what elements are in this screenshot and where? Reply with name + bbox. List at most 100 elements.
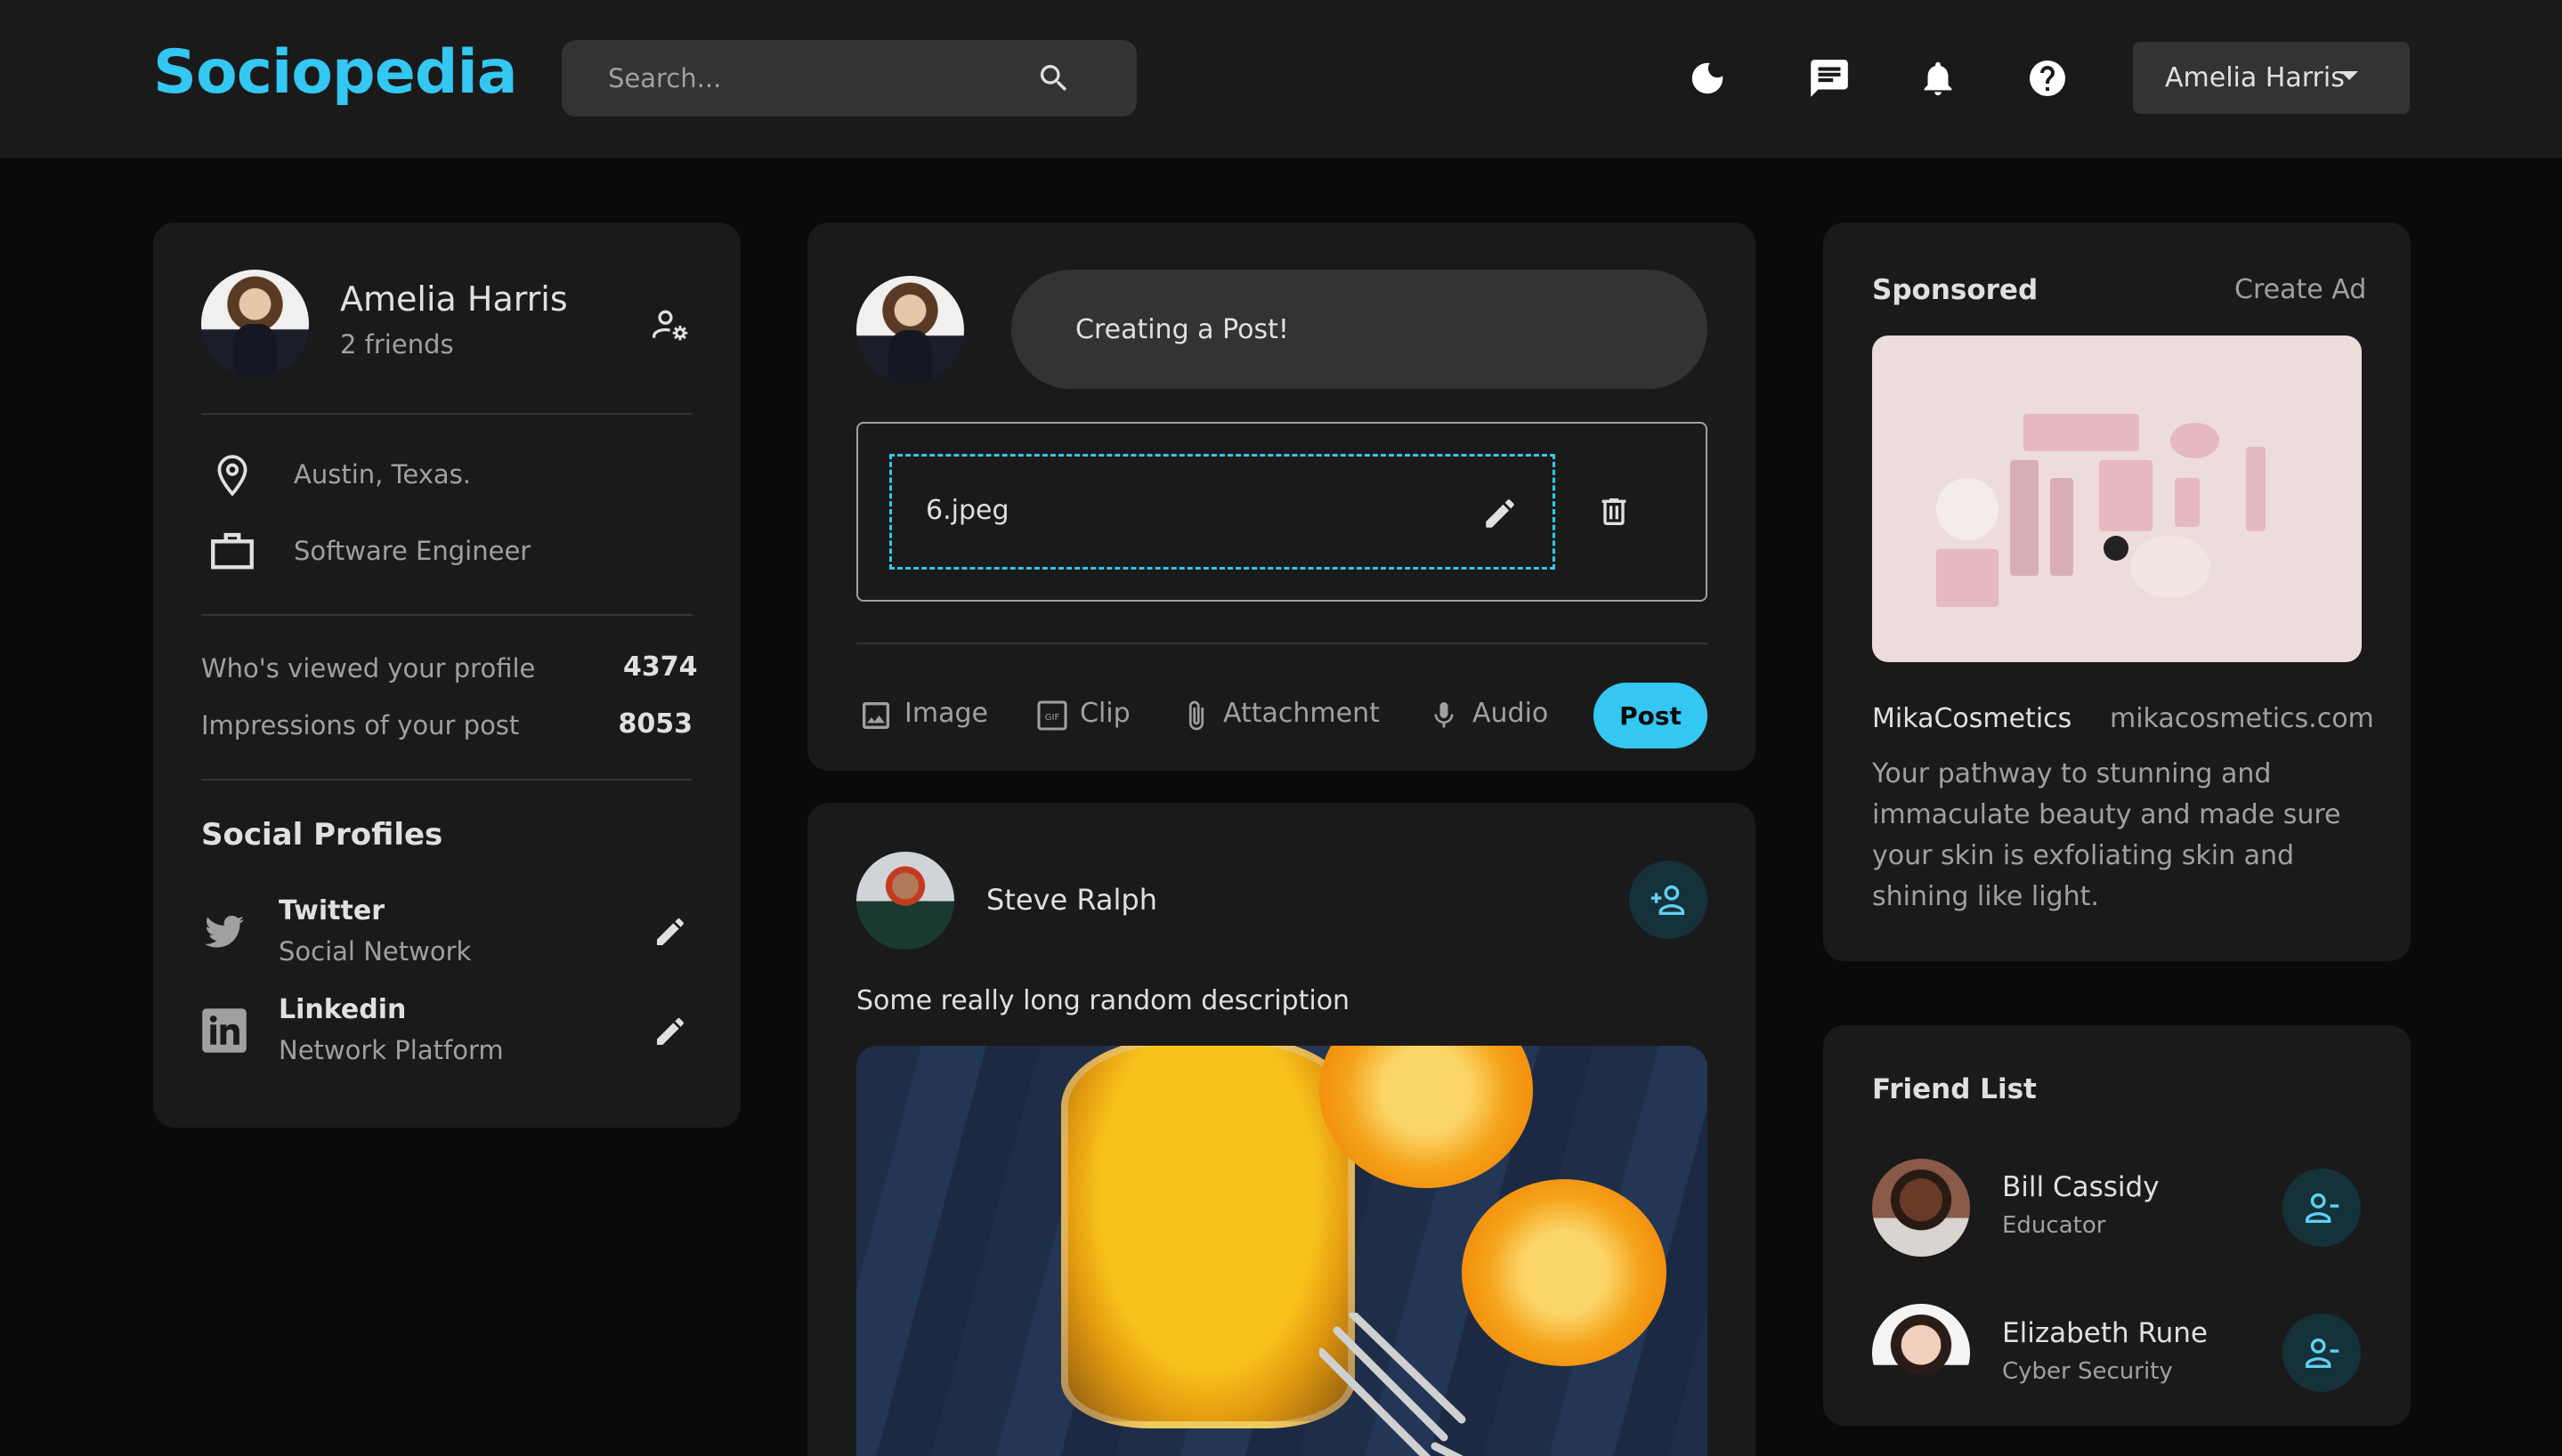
briefcase-icon <box>201 523 263 577</box>
delete-file-button[interactable] <box>1592 489 1636 534</box>
remove-friend-button[interactable] <box>2282 1314 2361 1392</box>
brush-head <box>2104 536 2128 561</box>
ad-description-line: Your pathway to stunning and <box>1872 758 2272 789</box>
post-author-avatar[interactable] <box>856 852 954 950</box>
manage-account-icon <box>653 310 688 341</box>
divider <box>201 779 693 781</box>
social-twitter-name: Twitter <box>279 895 385 926</box>
lipstick <box>2175 478 2200 527</box>
ad-description-line: your skin is exfoliating skin and <box>1872 840 2295 871</box>
tube-small <box>2050 478 2073 576</box>
dark-mode-toggle[interactable] <box>1681 52 1734 105</box>
ad-url[interactable]: mikacosmetics.com <box>2110 703 2374 734</box>
serum-bottle <box>2246 447 2266 531</box>
blush <box>2130 536 2210 598</box>
pencil-icon <box>657 918 684 945</box>
chevron-down-icon <box>2340 71 2358 80</box>
tube <box>2010 460 2039 576</box>
uploaded-file-name: 6.jpeg <box>926 495 1009 526</box>
profile-location: Austin, Texas. <box>294 459 471 489</box>
ad-image[interactable] <box>1872 336 2362 662</box>
attachment-icon[interactable] <box>1177 694 1216 737</box>
profile-name[interactable]: Amelia Harris <box>340 279 568 319</box>
profile-avatar[interactable] <box>201 270 309 377</box>
friend-avatar[interactable] <box>1872 1159 1970 1257</box>
person-remove-icon <box>2305 1193 2339 1224</box>
clip-action-label[interactable]: Clip <box>1080 698 1131 729</box>
search-button[interactable] <box>1032 56 1076 101</box>
manage-account-button[interactable] <box>648 303 693 347</box>
location-icon <box>201 449 263 502</box>
profile-views-value: 4374 <box>623 651 698 683</box>
divider <box>201 413 693 415</box>
social-twitter-type: Social Network <box>279 936 472 967</box>
juice-glass <box>1061 1046 1355 1428</box>
cosmetic-box <box>2023 414 2139 451</box>
person-remove-icon <box>2305 1338 2339 1369</box>
remove-friend-button[interactable] <box>2282 1169 2361 1247</box>
impressions-label: Impressions of your post <box>201 710 520 740</box>
search-icon <box>1040 65 1067 92</box>
friend-name[interactable]: Bill Cassidy <box>2002 1171 2160 1203</box>
profile-views-label: Who's viewed your profile <box>201 653 536 684</box>
bell-icon <box>1924 61 1952 96</box>
friend-list-title: Friend List <box>1872 1073 2037 1105</box>
divider <box>201 614 693 616</box>
image-action-label[interactable]: Image <box>904 698 988 729</box>
person-add-icon <box>1650 885 1685 916</box>
social-linkedin-type: Network Platform <box>279 1035 504 1065</box>
post-image[interactable] <box>856 1046 1707 1456</box>
app-logo[interactable]: Sociopedia <box>153 37 518 108</box>
ad-description-line: shining like light. <box>1872 881 2099 912</box>
gif-icon[interactable]: GIF <box>1033 696 1072 735</box>
twitter-icon <box>199 908 249 958</box>
trash-icon <box>1601 498 1626 525</box>
create-ad-link[interactable]: Create Ad <box>2234 274 2366 305</box>
social-linkedin-name: Linkedin <box>279 994 407 1025</box>
microphone-icon[interactable] <box>1424 694 1463 737</box>
sponsored-title: Sponsored <box>1872 274 2039 306</box>
post-description: Some really long random description <box>856 985 1350 1016</box>
divider <box>856 643 1707 644</box>
compact <box>1936 478 1999 540</box>
post-author-name[interactable]: Steve Ralph <box>986 883 1157 917</box>
user-menu-select[interactable]: Amelia Harris <box>2133 42 2410 114</box>
messages-button[interactable] <box>1803 52 1856 105</box>
navbar: Sociopedia Amelia Harris <box>0 0 2562 158</box>
edit-twitter-button[interactable] <box>650 911 691 952</box>
help-button[interactable] <box>2021 52 2074 105</box>
edit-linkedin-button[interactable] <box>650 1011 691 1052</box>
powder-box <box>1936 549 1999 607</box>
friend-role: Cyber Security <box>2002 1358 2173 1385</box>
ad-description-line: immaculate beauty and made sure <box>1872 799 2341 830</box>
linkedin-icon <box>199 1006 249 1056</box>
image-action-icon[interactable] <box>856 696 896 735</box>
moon-icon <box>1691 62 1723 94</box>
attachment-action-label[interactable]: Attachment <box>1223 698 1380 729</box>
edit-file-button[interactable] <box>1478 491 1522 536</box>
fork <box>1319 1313 1466 1456</box>
cosmetic-jar <box>2170 423 2219 458</box>
post-button[interactable]: Post <box>1593 683 1707 748</box>
search-input[interactable] <box>608 60 1035 97</box>
social-profiles-title: Social Profiles <box>201 817 443 853</box>
ad-brand: MikaCosmetics <box>1872 703 2072 734</box>
user-menu-name: Amelia Harris <box>2165 62 2345 93</box>
friend-name[interactable]: Elizabeth Rune <box>2002 1317 2208 1349</box>
impressions-value: 8053 <box>618 708 693 740</box>
add-friend-button[interactable] <box>1629 861 1707 939</box>
profile-occupation: Software Engineer <box>294 536 531 566</box>
search-box <box>562 40 1137 117</box>
post-text-input[interactable] <box>1011 270 1707 389</box>
pencil-icon <box>657 1018 684 1045</box>
pencil-icon <box>1486 499 1514 528</box>
profile-friends-count: 2 friends <box>340 329 454 360</box>
notifications-button[interactable] <box>1911 52 1965 105</box>
friend-role: Educator <box>2002 1212 2106 1239</box>
message-icon <box>1811 60 1848 97</box>
audio-action-label[interactable]: Audio <box>1472 698 1548 729</box>
friend-avatar[interactable] <box>1872 1304 1970 1402</box>
composer-avatar <box>856 276 964 384</box>
cream-box <box>2099 460 2153 531</box>
svg-text:GIF: GIF <box>1045 713 1060 723</box>
